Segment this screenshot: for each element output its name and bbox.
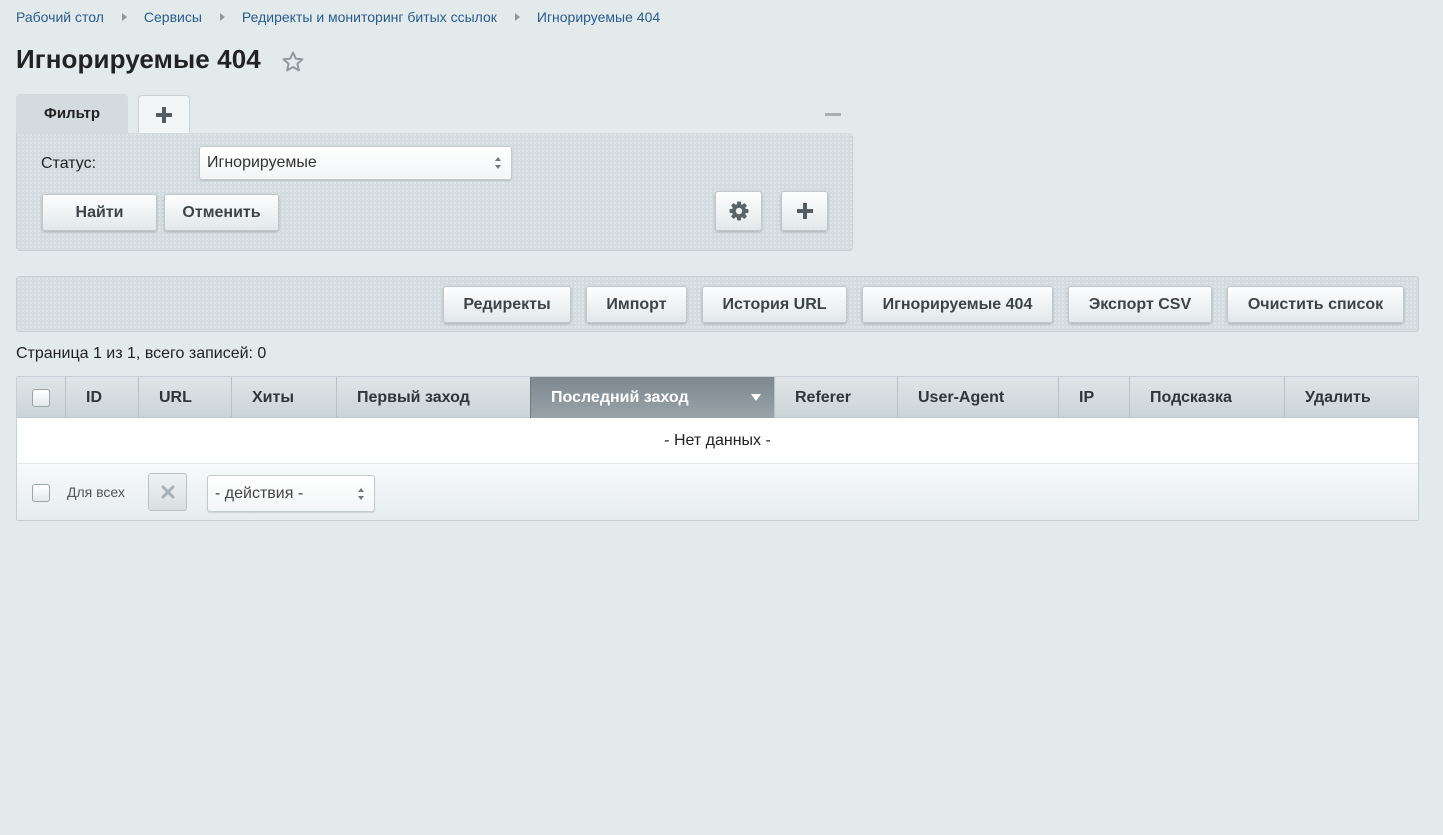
plus-icon [156, 106, 172, 123]
url-history-button[interactable]: История URL [702, 286, 847, 323]
clear-list-button[interactable]: Очистить список [1227, 286, 1404, 323]
column-ip[interactable]: IP [1058, 377, 1129, 418]
delete-selected-button[interactable] [148, 473, 187, 511]
select-all-checkbox[interactable] [32, 388, 50, 407]
breadcrumb-redirects[interactable]: Редиректы и мониторинг битых ссылок [242, 9, 497, 25]
ignored-404-button[interactable]: Игнорируемые 404 [862, 286, 1053, 323]
column-url[interactable]: URL [138, 377, 231, 418]
status-label: Статус: [41, 155, 97, 172]
empty-row: - Нет данных - [17, 419, 1418, 464]
pager-info: Страница 1 из 1, всего записей: 0 [16, 345, 267, 362]
plus-icon [796, 203, 813, 219]
breadcrumb-desktop[interactable]: Рабочий стол [16, 9, 104, 25]
breadcrumb-arrow-icon [121, 13, 127, 21]
import-button[interactable]: Импорт [586, 286, 687, 323]
breadcrumb: Рабочий стол Сервисы Редиректы и монитор… [16, 8, 660, 26]
column-last-visit[interactable]: Последний заход [530, 377, 774, 418]
for-all-checkbox[interactable] [32, 484, 50, 502]
breadcrumb-current[interactable]: Игнорируемые 404 [537, 9, 660, 25]
breadcrumb-arrow-icon [514, 13, 520, 21]
cancel-button[interactable]: Отменить [164, 194, 279, 231]
add-filter-field-button[interactable] [781, 191, 828, 231]
title-row: Игнорируемые 404 [16, 44, 305, 75]
column-id[interactable]: ID [65, 377, 138, 418]
column-user-agent[interactable]: User-Agent [897, 377, 1058, 418]
column-last-visit-label: Последний заход [551, 388, 689, 406]
minus-icon[interactable] [825, 113, 841, 116]
tab-filter[interactable]: Фильтр [16, 94, 128, 134]
breadcrumb-arrow-icon [219, 13, 225, 21]
header-select-all [17, 377, 65, 418]
column-hint[interactable]: Подсказка [1129, 377, 1284, 418]
filter-settings-button[interactable] [715, 191, 762, 231]
sort-desc-icon [751, 394, 761, 401]
status-select[interactable]: Игнорируемые [199, 146, 512, 180]
data-grid: ID URL Хиты Первый заход Последний заход… [16, 376, 1419, 521]
select-arrows-icon [495, 157, 502, 169]
breadcrumb-services[interactable]: Сервисы [144, 9, 202, 25]
actions-select-value: - действия - [215, 484, 304, 502]
grid-header: ID URL Хиты Первый заход Последний заход… [17, 377, 1418, 418]
column-delete[interactable]: Удалить [1284, 377, 1418, 418]
add-filter-tab-button[interactable] [138, 95, 190, 133]
select-arrows-icon [358, 487, 365, 500]
page-title: Игнорируемые 404 [16, 44, 261, 74]
star-icon[interactable] [281, 50, 305, 74]
column-referer[interactable]: Referer [774, 377, 897, 418]
grid-footer: Для всех - действия - [17, 464, 1418, 520]
column-first-visit[interactable]: Первый заход [336, 377, 530, 418]
gear-icon [729, 201, 748, 221]
actions-select[interactable]: - действия - [207, 475, 375, 512]
find-button[interactable]: Найти [42, 194, 157, 231]
status-select-value: Игнорируемые [207, 154, 317, 171]
redirects-button[interactable]: Редиректы [443, 286, 571, 323]
for-all-label: Для всех [67, 484, 125, 500]
export-csv-button[interactable]: Экспорт CSV [1068, 286, 1212, 323]
column-hits[interactable]: Хиты [231, 377, 336, 418]
close-icon [161, 485, 174, 499]
